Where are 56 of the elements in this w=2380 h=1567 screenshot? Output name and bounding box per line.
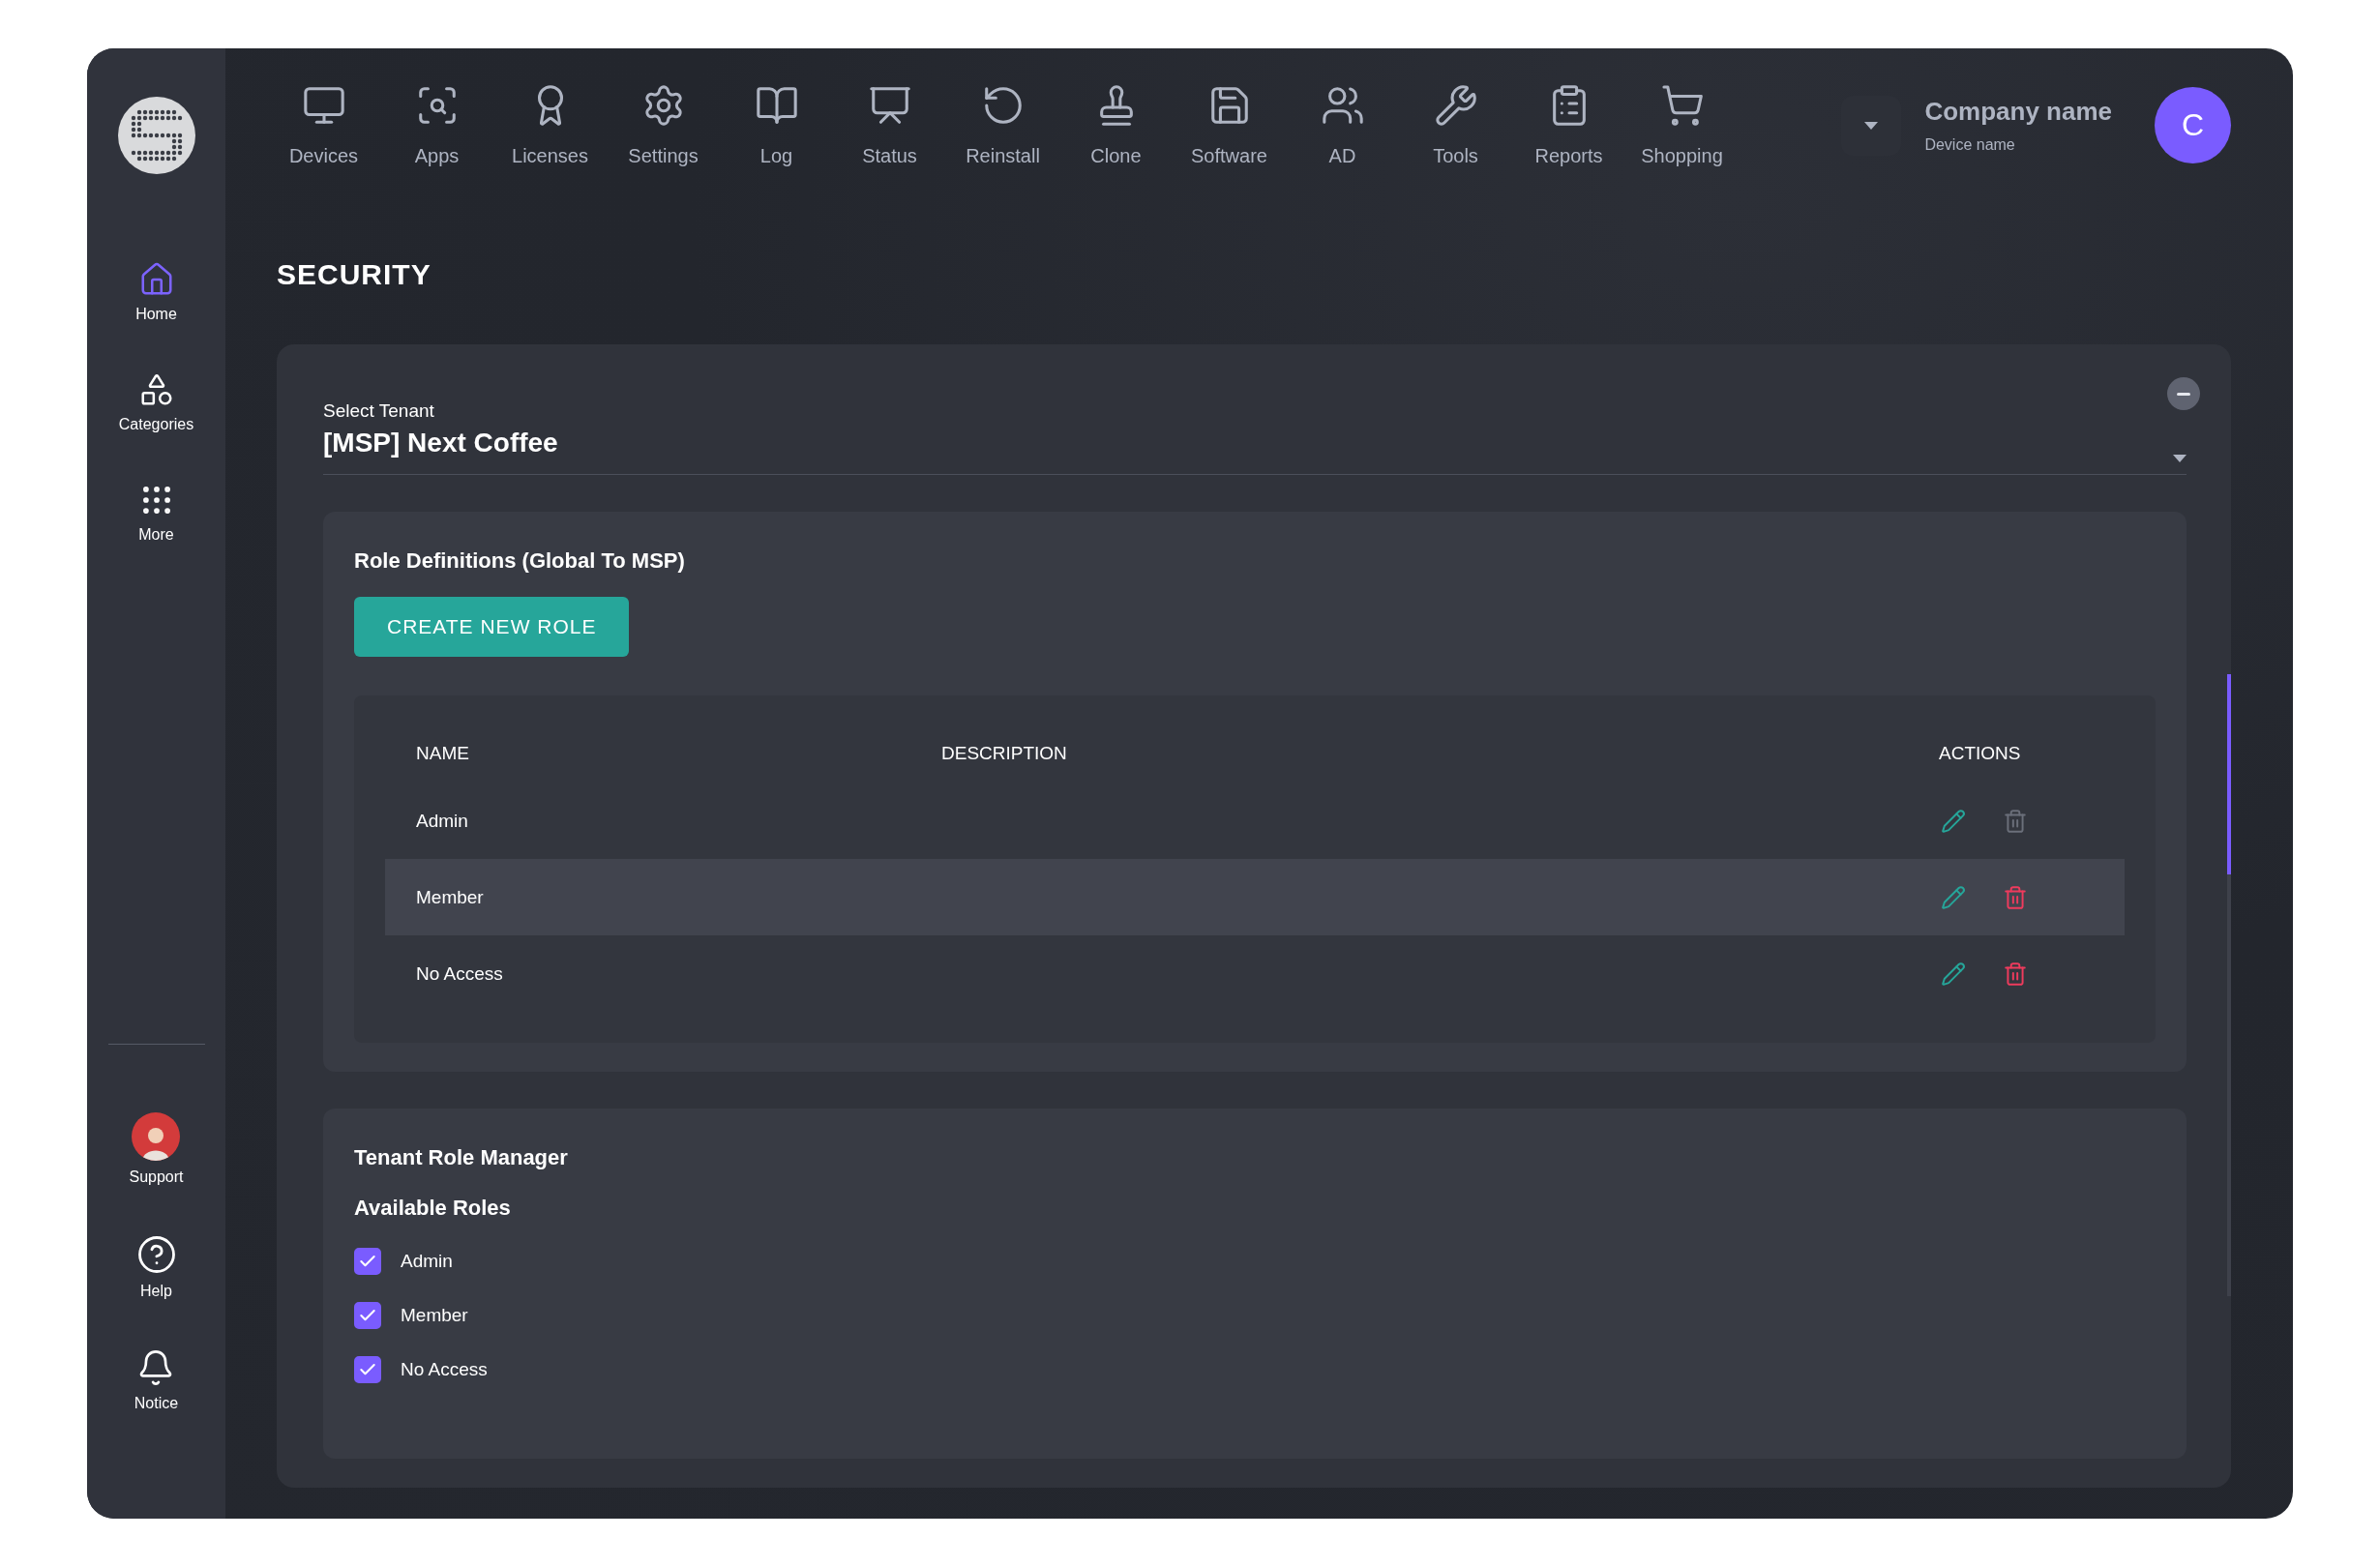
column-header: NAME xyxy=(416,743,470,764)
edit-button[interactable] xyxy=(1941,884,1966,910)
edit-button[interactable] xyxy=(1941,961,1966,987)
panel-title: Role Definitions (Global To MSP) xyxy=(354,548,686,574)
minus-icon xyxy=(2177,392,2190,396)
help-icon xyxy=(135,1234,177,1275)
tenant-select[interactable]: Select Tenant [MSP] Next Coffee xyxy=(323,371,2187,475)
sidebar-item[interactable]: Home xyxy=(135,261,177,323)
sidebar-item[interactable]: Support xyxy=(129,1112,184,1186)
table-row[interactable]: No Access xyxy=(385,935,2125,1012)
toolbar-button[interactable]: Apps xyxy=(380,83,493,167)
toolbar-button[interactable]: Licenses xyxy=(493,83,607,167)
edit-button[interactable] xyxy=(1941,808,1966,834)
sidebar-item[interactable]: Categories xyxy=(118,371,194,433)
checkbox[interactable] xyxy=(354,1248,381,1275)
toolbar-button[interactable]: Log xyxy=(720,83,833,167)
checkbox[interactable] xyxy=(354,1356,381,1383)
toolbar-button[interactable]: Reinstall xyxy=(946,83,1059,167)
section-subtitle: Available Roles xyxy=(354,1196,512,1221)
toolbar-button[interactable]: Shopping xyxy=(1625,83,1739,167)
device-name: Device name xyxy=(1924,136,2016,154)
checkbox-label: Member xyxy=(401,1305,468,1326)
scrollbar[interactable] xyxy=(2227,674,2231,1296)
company-name: Company name xyxy=(1924,97,2112,127)
wrench-icon xyxy=(1433,83,1478,128)
toolbar-button[interactable]: Reports xyxy=(1512,83,1625,167)
support-avatar xyxy=(132,1112,181,1161)
delete-button[interactable] xyxy=(2003,961,2028,987)
toolbar-button[interactable]: Status xyxy=(833,83,946,167)
sidebar-item[interactable]: More xyxy=(137,482,175,544)
toolbar-button[interactable]: Software xyxy=(1173,83,1286,167)
toolbar-button[interactable]: Tools xyxy=(1399,83,1512,167)
checkbox[interactable] xyxy=(354,1302,381,1329)
delete-button[interactable] xyxy=(2003,884,2028,910)
collapse-button[interactable] xyxy=(2167,377,2200,410)
logo-icon xyxy=(117,97,195,174)
role-name: Admin xyxy=(416,810,469,832)
checkbox-label: No Access xyxy=(401,1359,488,1380)
table-row[interactable]: Admin xyxy=(385,783,2125,859)
role-name: Member xyxy=(416,886,485,908)
toolbar-button[interactable]: AD xyxy=(1286,83,1399,167)
column-header: DESCRIPTION xyxy=(941,743,1068,764)
toolbar-button[interactable]: Devices xyxy=(267,83,380,167)
column-header: ACTIONS xyxy=(1939,743,2022,764)
checkbox-label: Admin xyxy=(401,1251,453,1272)
user-avatar[interactable]: C xyxy=(2155,87,2231,163)
page-title: SECURITY xyxy=(277,258,432,291)
sidebar-item[interactable]: Notice xyxy=(134,1348,179,1412)
toolbar-button[interactable]: Clone xyxy=(1059,83,1173,167)
table-row[interactable]: Member xyxy=(385,859,2125,935)
toolbar-button[interactable]: Settings xyxy=(607,83,720,167)
role-name: No Access xyxy=(416,962,504,985)
sidebar-item[interactable]: Help xyxy=(135,1234,177,1300)
panel-title: Tenant Role Manager xyxy=(354,1145,569,1170)
caret-icon xyxy=(2173,455,2187,462)
caret-icon xyxy=(1864,121,1879,130)
